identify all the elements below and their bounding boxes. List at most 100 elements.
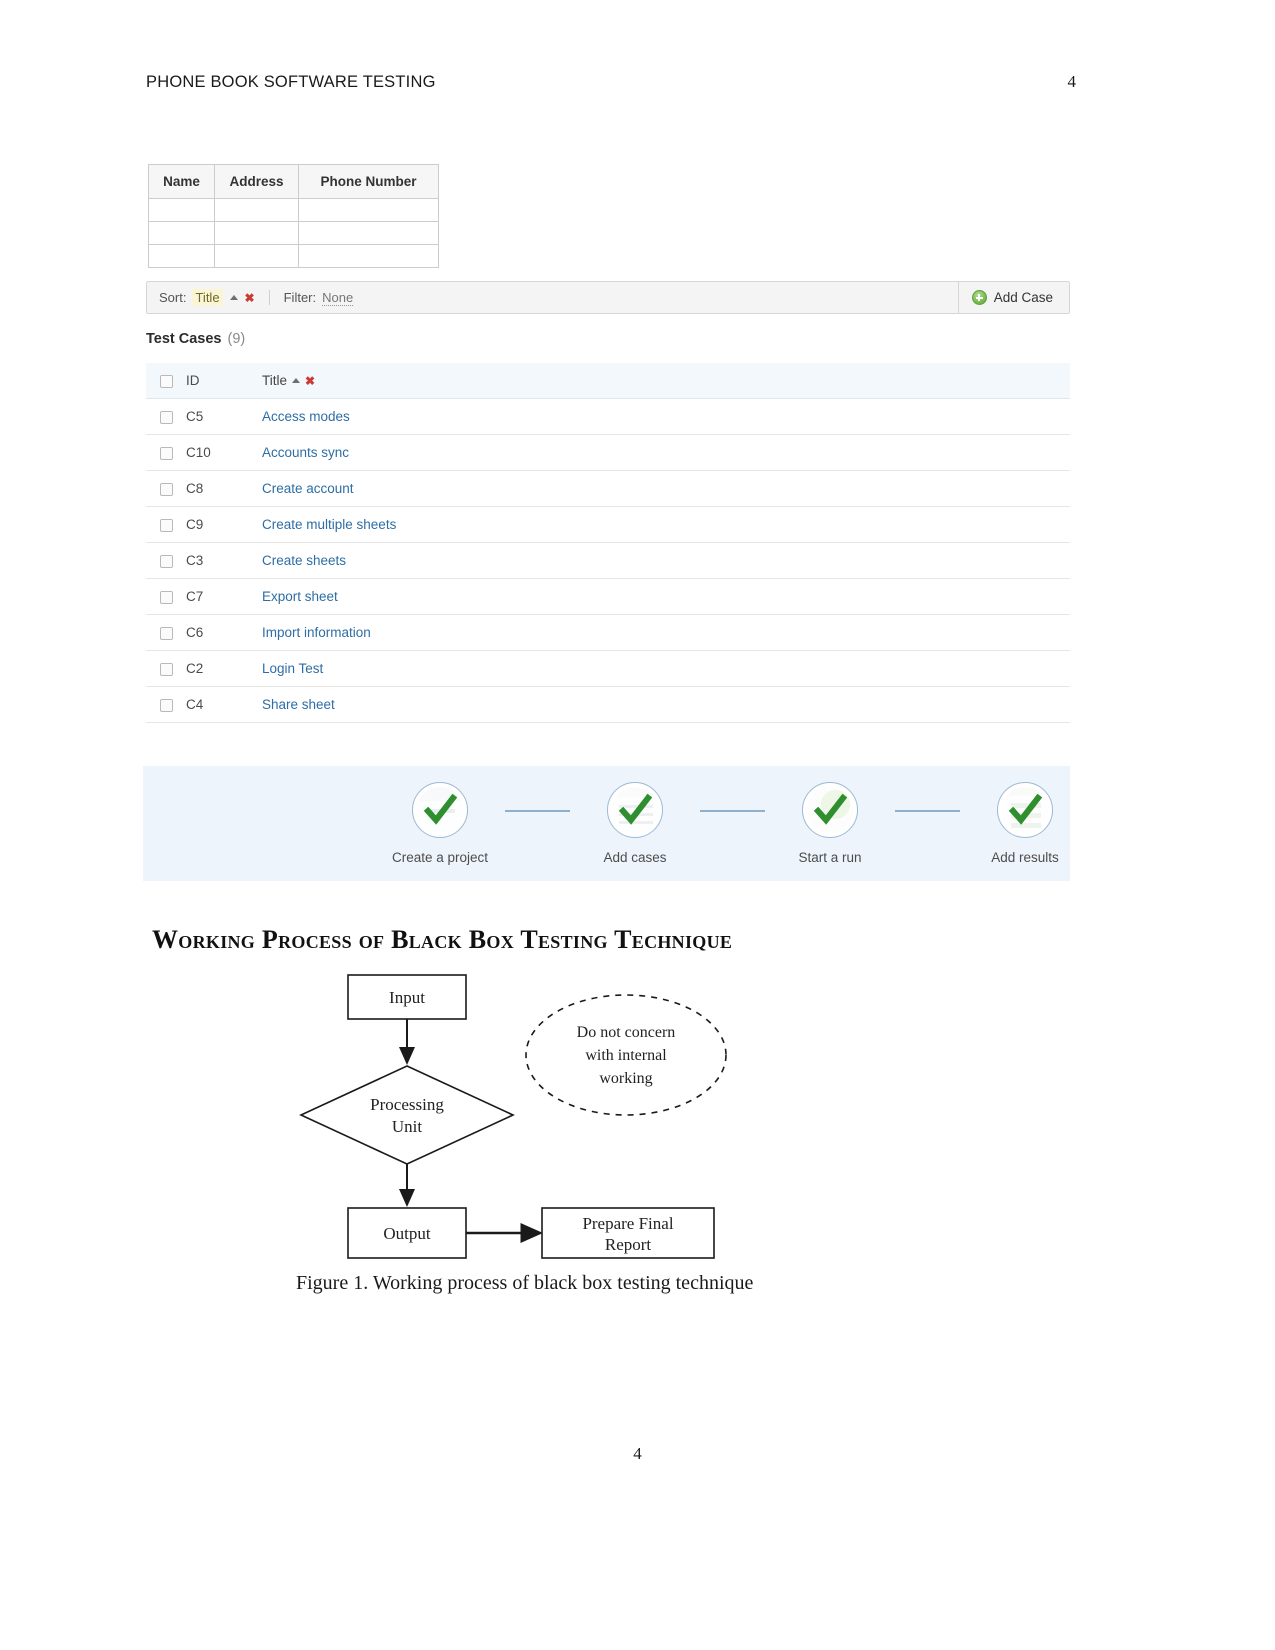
toolbar-sort-filter-area: Sort: Title ✖ Filter: None [147,282,959,313]
step-add-results[interactable]: Add results [960,782,1070,865]
contacts-table: Name Address Phone Number [148,164,439,268]
node-output-label: Output [383,1224,431,1243]
case-id: C2 [186,661,204,676]
green-check-icon [423,793,457,825]
case-title-cell: Accounts sync [262,445,1070,460]
row-checkbox[interactable] [160,410,173,424]
row-checkbox[interactable] [160,518,173,532]
table-row [148,198,439,222]
row-checkbox[interactable] [160,482,173,496]
case-title-link[interactable]: Access modes [262,409,350,424]
table-row[interactable]: C9 Create multiple sheets [146,507,1070,543]
table-row[interactable]: C4 Share sheet [146,687,1070,723]
select-all-checkbox[interactable] [160,374,173,388]
table-row[interactable]: C6 Import information [146,615,1070,651]
cell-phone [298,221,439,245]
caret-up-icon[interactable] [229,294,238,300]
row-checkbox[interactable] [160,698,173,712]
case-id: C5 [186,409,204,424]
case-title-link[interactable]: Accounts sync [262,445,349,460]
step-connector [700,810,765,812]
step-connector [505,810,570,812]
black-box-flowchart: Input Processing Unit Do not concern wit… [299,974,727,1259]
step-label: Add cases [603,850,667,865]
node-final-report-label-line2: Report [605,1235,652,1254]
cell-phone [298,244,439,268]
column-header-title-label[interactable]: Title [262,373,287,388]
node-processing-unit-diamond [299,1065,515,1165]
step-label: Add results [991,850,1059,865]
note-label-line3: working [599,1070,652,1087]
running-title: PHONE BOOK SOFTWARE TESTING [146,73,436,91]
row-select-cell [146,517,186,532]
step-create-a-project[interactable]: Create a project [375,782,505,865]
case-title-link[interactable]: Login Test [262,661,323,676]
caret-up-icon[interactable] [292,377,301,383]
step-thumbnail [802,782,858,838]
row-checkbox[interactable] [160,446,173,460]
row-select-cell [146,589,186,604]
row-select-cell [146,697,186,712]
test-cases-title: Test Cases [146,331,222,347]
step-connector [895,810,960,812]
step-start-a-run[interactable]: Start a run [765,782,895,865]
case-id: C8 [186,481,204,496]
cell-address [214,198,299,222]
case-title-cell: Create multiple sheets [262,517,1070,532]
table-row [148,244,439,268]
cell-name [148,221,215,245]
header-page-number: 4 [1067,72,1077,91]
node-processing-unit-label-line1: Processing [370,1095,444,1114]
row-checkbox[interactable] [160,662,173,676]
case-title-cell: Access modes [262,409,1070,424]
row-checkbox[interactable] [160,626,173,640]
table-row[interactable]: C2 Login Test [146,651,1070,687]
add-case-button[interactable]: Add Case [958,282,1069,313]
filter-value[interactable]: None [322,290,354,306]
column-header-phone-number: Phone Number [298,164,439,199]
running-header: PHONE BOOK SOFTWARE TESTING 4 [146,72,1076,92]
cell-address [214,244,299,268]
contacts-header-row: Name Address Phone Number [148,164,439,199]
case-title-cell: Create account [262,481,1070,496]
case-title-cell: Login Test [262,661,1070,676]
case-title-link[interactable]: Import information [262,625,371,640]
table-row[interactable]: C3 Create sheets [146,543,1070,579]
steps-list: Create a project Add cases Start a run A… [375,782,1070,865]
test-cases-table: ID Title ✖ C5 Access modes C10 Accounts … [146,363,1070,723]
table-row [148,221,439,245]
case-title-cell: Import information [262,625,1070,640]
sort-value[interactable]: Title [192,289,223,306]
row-select-cell [146,409,186,424]
red-x-icon[interactable]: ✖ [305,374,315,388]
filter-label: Filter: [283,290,317,305]
table-row[interactable]: C7 Export sheet [146,579,1070,615]
row-checkbox[interactable] [160,554,173,568]
row-select-cell [146,553,186,568]
case-title-link[interactable]: Create sheets [262,553,346,568]
case-title-cell: Share sheet [262,697,1070,712]
case-title-cell: Create sheets [262,553,1070,568]
add-case-label: Add Case [993,290,1053,305]
cell-name [148,244,215,268]
note-label-line2: with internal [585,1047,667,1064]
table-row[interactable]: C5 Access modes [146,399,1070,435]
column-header-id[interactable]: ID [186,373,262,388]
case-title-link[interactable]: Create account [262,481,354,496]
case-id: C3 [186,553,204,568]
step-add-cases[interactable]: Add cases [570,782,700,865]
table-row[interactable]: C10 Accounts sync [146,435,1070,471]
case-title-link[interactable]: Share sheet [262,697,335,712]
sort-label: Sort: [159,290,187,305]
case-title-link[interactable]: Export sheet [262,589,338,604]
red-x-icon[interactable]: ✖ [245,291,255,305]
case-title-link[interactable]: Create multiple sheets [262,517,396,532]
test-cases-header-row: ID Title ✖ [146,363,1070,399]
table-row[interactable]: C8 Create account [146,471,1070,507]
row-select-cell [146,661,186,676]
row-checkbox[interactable] [160,590,173,604]
figure-caption: Figure 1. Working process of black box t… [296,1272,754,1294]
select-all-cell [146,373,186,388]
green-check-icon [813,793,847,825]
document-page: PHONE BOOK SOFTWARE TESTING 4 Name Addre… [0,0,1275,1650]
